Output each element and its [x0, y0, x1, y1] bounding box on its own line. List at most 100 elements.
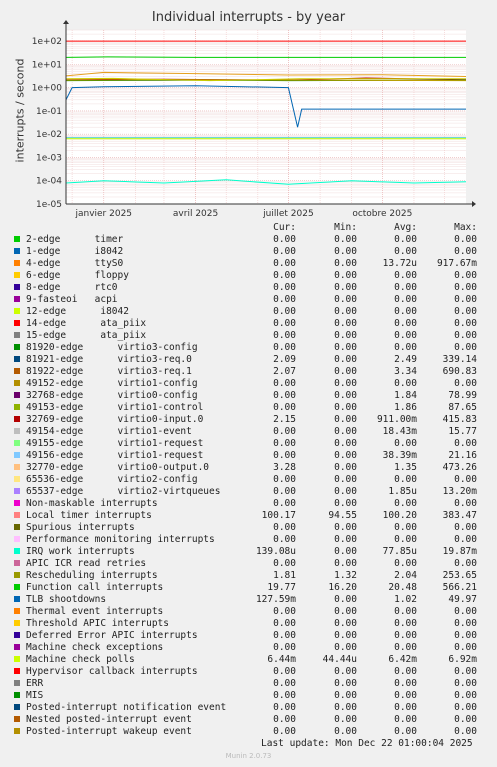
legend-cur: 0.00: [273, 606, 296, 617]
legend-row: Machine check polls 6.44m 44.44u 6.42m 6.92m: [14, 654, 490, 666]
legend-min: 0.00: [334, 258, 357, 269]
legend-swatch: [14, 392, 20, 398]
legend-cur: 0.00: [273, 498, 296, 509]
legend-min: 0.00: [334, 438, 357, 449]
legend-min: 0.00: [334, 474, 357, 485]
legend-cur: 100.17: [261, 510, 296, 521]
legend-row: Local timer interrupts 100.17 94.55 100.20 3…: [14, 510, 490, 522]
legend-name: 81921-edge virtio3-req.0: [26, 354, 192, 365]
plot-area: [66, 30, 466, 204]
legend-min: 0.00: [334, 546, 357, 557]
legend-min: 0.00: [334, 378, 357, 389]
legend-avg: 0.00: [394, 282, 417, 293]
legend-swatch: [14, 596, 20, 602]
legend-cur: 0.00: [273, 690, 296, 701]
legend-max: 0.00: [454, 318, 477, 329]
legend-row: 6-edge floppy 0.00 0.00 0.00 0.00: [14, 270, 490, 282]
legend-name: 65536-edge virtio2-config: [26, 474, 198, 485]
legend-row: 49155-edge virtio1-request 0.00 0.00 0.00 0.…: [14, 438, 490, 450]
header-min: Min:: [334, 222, 357, 233]
legend-avg: 0.00: [394, 438, 417, 449]
legend-avg: 18.43m: [382, 426, 417, 437]
y-tick-label: 1e-02: [36, 130, 62, 140]
legend-min: 0.00: [334, 402, 357, 413]
legend-avg: 2.04: [394, 570, 417, 581]
x-tick-label: janvier 2025: [74, 209, 132, 219]
legend-name: 32769-edge virtio0-input.0: [26, 414, 204, 425]
x-tick-label: avril 2025: [173, 209, 218, 219]
legend-swatch: [14, 344, 20, 350]
legend-swatch: [14, 704, 20, 710]
legend-swatch: [14, 440, 20, 446]
legend-cur: 2.09: [273, 354, 296, 365]
legend-avg: 0.00: [394, 378, 417, 389]
legend-max: 49.97: [448, 594, 477, 605]
legend-max: 0.00: [454, 726, 477, 737]
legend-max: 13.20m: [442, 486, 477, 497]
legend-min: 0.00: [334, 594, 357, 605]
legend-cur: 0.00: [273, 642, 296, 653]
legend-min: 44.44u: [322, 654, 357, 665]
legend-swatch: [14, 632, 20, 638]
legend-max: 0.00: [454, 270, 477, 281]
legend-name: 49156-edge virtio1-request: [26, 450, 204, 461]
legend-row: 12-edge i8042 0.00 0.00 0.00 0.00: [14, 306, 490, 318]
legend-min: 0.00: [334, 390, 357, 401]
legend-swatch: [14, 488, 20, 494]
legend-min: 0.00: [334, 618, 357, 629]
legend-avg: 38.39m: [382, 450, 417, 461]
legend-swatch: [14, 560, 20, 566]
legend-avg: 0.00: [394, 246, 417, 257]
legend-row: Threshold APIC interrupts 0.00 0.00 0.00 0.0…: [14, 618, 490, 630]
legend-cur: 0.00: [273, 258, 296, 269]
legend-row: Spurious interrupts 0.00 0.00 0.00 0.00: [14, 522, 490, 534]
legend-avg: 0.00: [394, 534, 417, 545]
legend-max: 0.00: [454, 618, 477, 629]
legend-cur: 0.00: [273, 318, 296, 329]
legend-row: 65537-edge virtio2-virtqueues 0.00 0.00 1.8…: [14, 486, 490, 498]
legend-cur: 0.00: [273, 714, 296, 725]
legend-swatch: [14, 680, 20, 686]
legend-name: IRQ work interrupts: [26, 546, 135, 557]
legend-name: 1-edge i8042: [26, 246, 124, 257]
legend-row: 32769-edge virtio0-input.0 2.15 0.00 911.00…: [14, 414, 490, 426]
legend-min: 0.00: [334, 294, 357, 305]
x-tick-label: juillet 2025: [262, 209, 314, 219]
y-tick-label: 1e-03: [36, 153, 62, 163]
legend-min: 94.55: [328, 510, 357, 521]
interrupts-chart: 1e+02 1e+01 1e+00 1e-01 1e-02 1e-03 1e-04 1e-05…: [32, 20, 476, 219]
legend-min: 1.32: [334, 570, 357, 581]
legend-swatch: [14, 428, 20, 434]
legend-cur: 0.00: [273, 618, 296, 629]
legend-row: Thermal event interrupts 0.00 0.00 0.00 0.00: [14, 606, 490, 618]
legend-min: 0.00: [334, 330, 357, 341]
legend-cur: 0.00: [273, 246, 296, 257]
legend-row: 32768-edge virtio0-config 0.00 0.00 1.84 78.…: [14, 390, 490, 402]
legend-avg: 911.00m: [376, 414, 417, 425]
legend-swatch: [14, 476, 20, 482]
legend-max: 0.00: [454, 678, 477, 689]
legend-min: 0.00: [334, 234, 357, 245]
legend-avg: 0.00: [394, 498, 417, 509]
legend-row: Posted-interrupt notification event 0.00 0…: [14, 702, 490, 714]
legend-name: 81922-edge virtio3-req.1: [26, 366, 192, 377]
legend-max: 0.00: [454, 702, 477, 713]
header-avg: Avg:: [394, 222, 417, 233]
legend-row: 49152-edge virtio1-config 0.00 0.00 0.00 0.0…: [14, 378, 490, 390]
legend-max: 0.00: [454, 234, 477, 245]
legend-min: 0.00: [334, 486, 357, 497]
legend-row: 15-edge ata_piix 0.00 0.00 0.00 0.00: [14, 330, 490, 342]
legend-name: 15-edge ata_piix: [26, 330, 147, 341]
legend-min: 0.00: [334, 270, 357, 281]
legend-row: Performance monitoring interrupts 0.00 0.0…: [14, 534, 490, 546]
legend-swatch: [14, 584, 20, 590]
legend-cur: 0.00: [273, 534, 296, 545]
legend-avg: 0.00: [394, 474, 417, 485]
legend-max: 0.00: [454, 294, 477, 305]
y-tick-label: 1e-04: [36, 177, 62, 187]
legend-row: 32770-edge virtio0-output.0 3.28 0.00 1.35 4…: [14, 462, 490, 474]
legend-min: 0.00: [334, 462, 357, 473]
legend-min: 0.00: [334, 642, 357, 653]
legend-name: MIS: [26, 690, 44, 701]
legend-max: 0.00: [454, 690, 477, 701]
